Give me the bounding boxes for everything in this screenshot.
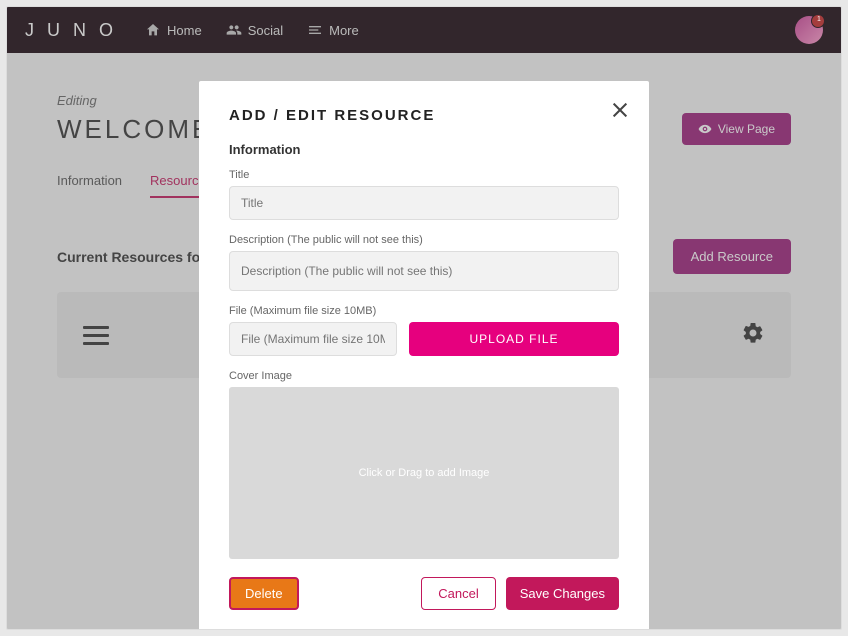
dropzone-text: Click or Drag to add Image [359,467,490,479]
description-label: Description (The public will not see thi… [229,234,619,246]
modal-overlay[interactable]: ADD / EDIT RESOURCE Information Title De… [7,7,841,629]
delete-button[interactable]: Delete [229,577,299,610]
modal: ADD / EDIT RESOURCE Information Title De… [199,81,649,630]
close-icon[interactable] [609,99,631,121]
cancel-button[interactable]: Cancel [421,577,495,610]
description-input[interactable] [229,251,619,291]
modal-section-heading: Information [229,142,619,157]
cover-image-label: Cover Image [229,370,619,382]
title-label: Title [229,169,619,181]
modal-title: ADD / EDIT RESOURCE [229,107,619,124]
save-button[interactable]: Save Changes [506,577,619,610]
cover-image-dropzone[interactable]: Click or Drag to add Image [229,387,619,559]
file-label: File (Maximum file size 10MB) [229,305,619,317]
upload-file-button[interactable]: UPLOAD FILE [409,322,619,356]
notification-badge: 1 [813,14,825,26]
file-input[interactable] [229,322,397,356]
title-input[interactable] [229,186,619,220]
